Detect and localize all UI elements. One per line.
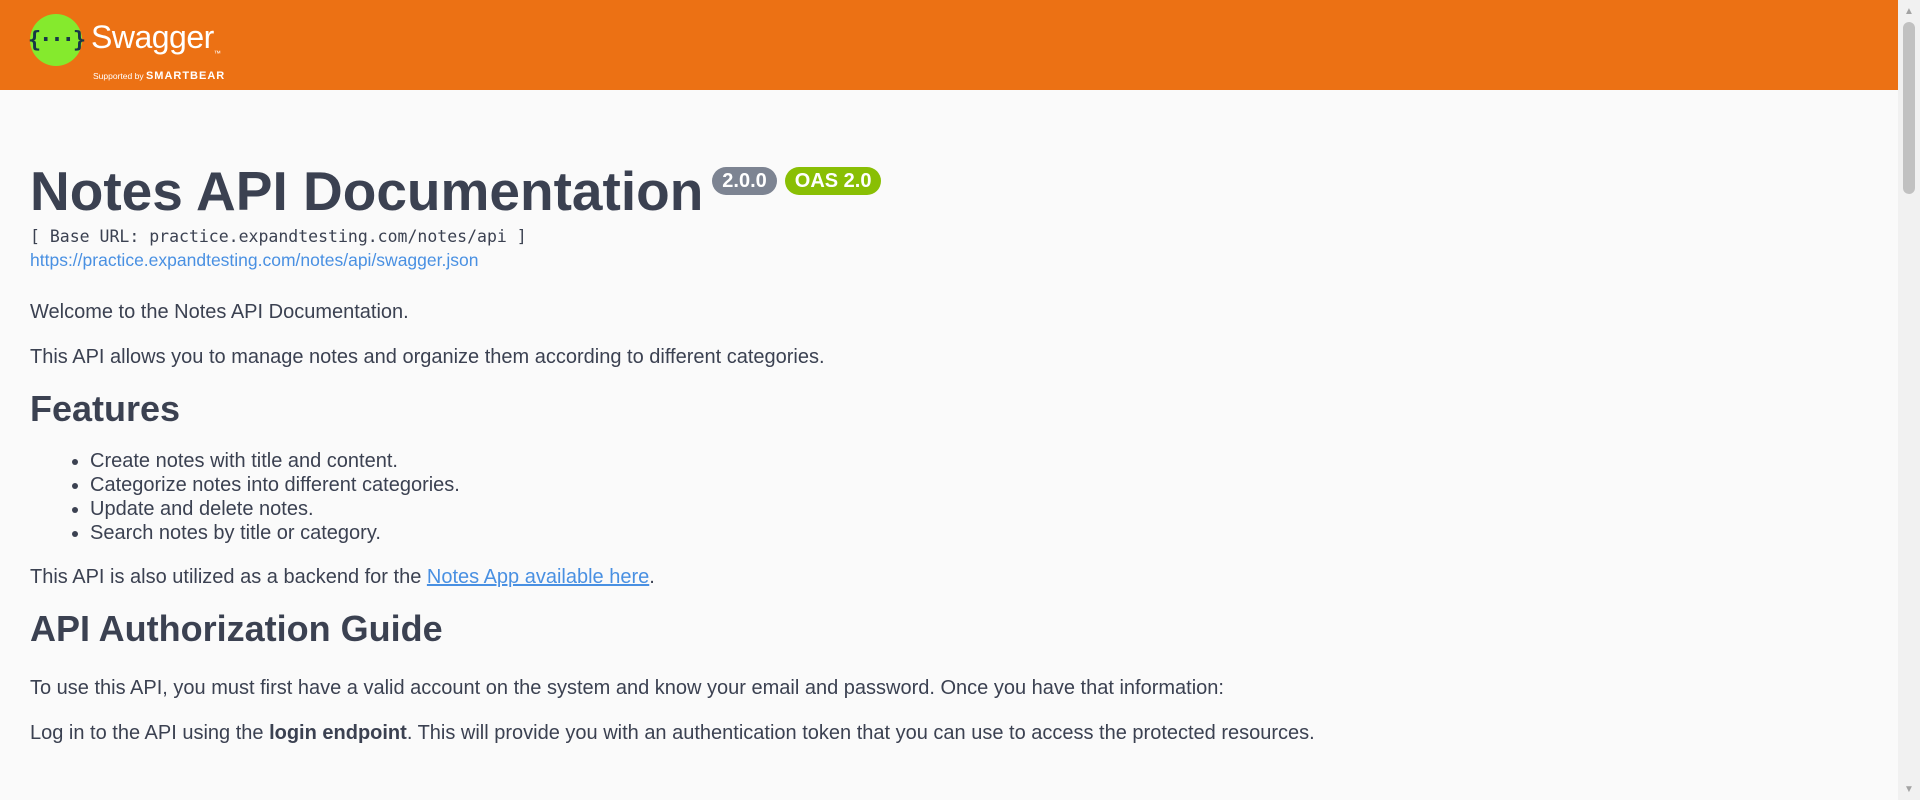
swagger-logo-icon: {···} <box>28 14 86 66</box>
feature-item: Categorize notes into different categori… <box>90 473 1870 497</box>
triangle-down-icon[interactable]: ▼ <box>1898 780 1920 798</box>
feature-item: Create notes with title and content. <box>90 449 1870 473</box>
login-endpoint-bold: login endpoint <box>269 722 407 744</box>
feature-item: Search notes by title or category. <box>90 521 1870 545</box>
vertical-scrollbar[interactable]: ▲ ▼ <box>1898 0 1920 800</box>
brand-name: Swagger™ <box>91 19 221 58</box>
welcome-text: Welcome to the Notes API Documentation. <box>30 301 409 323</box>
features-list: Create notes with title and content. Cat… <box>90 449 1870 545</box>
api-info: Notes API Documentation 2.0.0 OAS 2.0 [ … <box>30 160 1870 765</box>
version-badge: 2.0.0 <box>712 167 777 195</box>
topbar: {···} Swagger™ Supported by SMARTBEAR <box>0 0 1898 90</box>
supporter-name: SMARTBEAR <box>145 70 226 83</box>
auth-guide-heading: API Authorization Guide <box>30 608 443 649</box>
swagger-json-link[interactable]: https://practice.expandtesting.com/notes… <box>30 249 1870 271</box>
swagger-logo[interactable]: {···} Swagger™ Supported by SMARTBEAR <box>28 14 225 82</box>
oas-badge: OAS 2.0 <box>784 167 882 195</box>
base-url: [ Base URL: practice.expandtesting.com/n… <box>30 227 527 246</box>
intro-text: This API allows you to manage notes and … <box>30 346 825 368</box>
brand-tm: ™ <box>213 50 221 58</box>
page-title: Notes API Documentation <box>30 160 704 222</box>
login-text: Log in to the API using the login endpoi… <box>30 722 1315 744</box>
notes-app-link[interactable]: Notes App available here <box>427 566 649 588</box>
auth-intro-text: To use this API, you must first have a v… <box>30 677 1224 699</box>
logo-text: Swagger™ Supported by SMARTBEAR <box>91 14 225 82</box>
title-row: Notes API Documentation 2.0.0 OAS 2.0 <box>30 160 1870 226</box>
feature-item: Update and delete notes. <box>90 497 1870 521</box>
api-description: Welcome to the Notes API Documentation. … <box>30 299 1870 746</box>
scrollbar-thumb[interactable] <box>1903 22 1915 194</box>
supported-by: Supported by SMARTBEAR <box>93 70 226 83</box>
backend-text: This API is also utilized as a backend f… <box>30 566 655 588</box>
triangle-up-icon[interactable]: ▲ <box>1898 2 1920 20</box>
features-heading: Features <box>30 388 181 429</box>
